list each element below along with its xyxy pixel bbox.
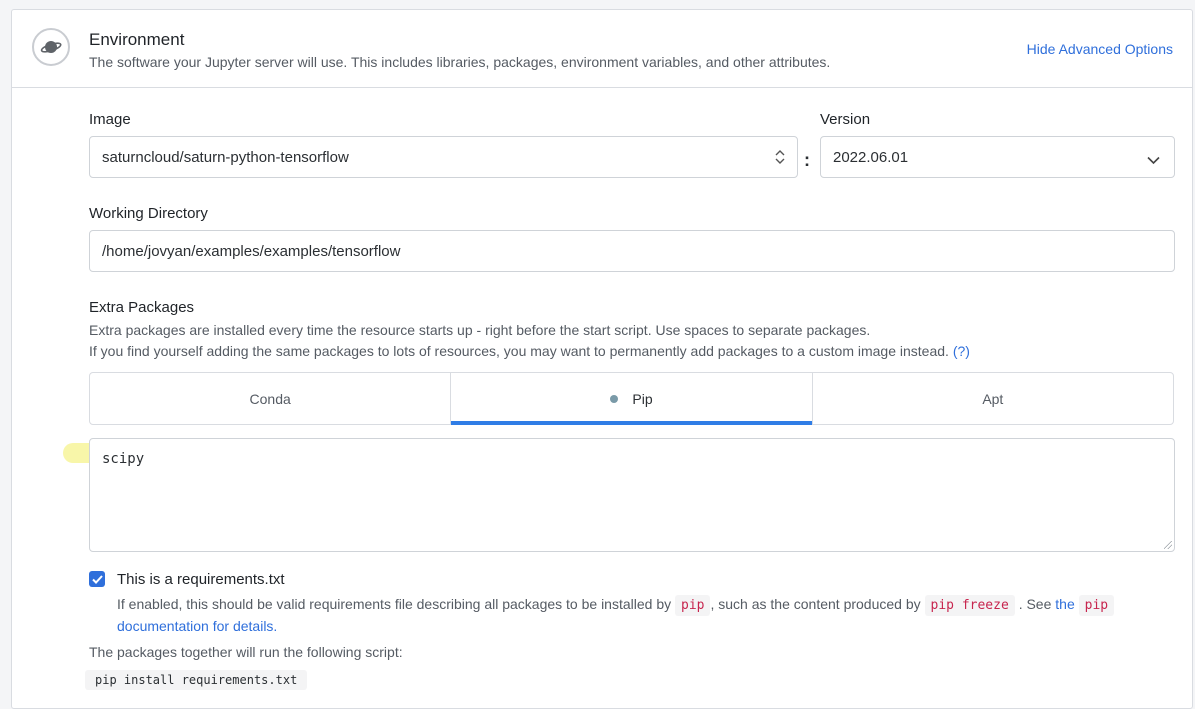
tab-pip[interactable]: Pip xyxy=(450,373,812,425)
image-value: saturncloud/saturn-python-tensorflow xyxy=(102,148,349,166)
sort-arrows-icon xyxy=(775,149,785,169)
link-text: the xyxy=(1055,596,1075,612)
extra-packages-description-text: If you find yourself adding the same pac… xyxy=(89,343,949,359)
help-link[interactable]: (?) xyxy=(953,343,970,359)
version-value: 2022.06.01 xyxy=(833,148,909,166)
version-select[interactable]: 2022.06.01 xyxy=(820,136,1175,178)
tab-pip-label: Pip xyxy=(632,390,653,407)
packages-textarea-value: scipy xyxy=(102,451,145,467)
section-title: Environment xyxy=(89,30,185,49)
tab-conda[interactable]: Conda xyxy=(90,373,450,424)
code-pip: pip xyxy=(675,595,711,616)
tab-apt-label: Apt xyxy=(982,390,1004,407)
check-icon xyxy=(91,574,103,584)
package-manager-tabs: Conda Pip Apt xyxy=(89,372,1174,425)
image-select[interactable]: saturncloud/saturn-python-tensorflow xyxy=(89,136,798,178)
planet-icon xyxy=(32,28,70,66)
packages-textarea[interactable]: scipy xyxy=(89,438,1175,552)
code-pip-freeze: pip freeze xyxy=(924,595,1015,616)
requirements-checkbox[interactable] xyxy=(89,571,105,587)
script-label: The packages together will run the follo… xyxy=(89,644,403,660)
tab-apt[interactable]: Apt xyxy=(811,373,1173,424)
script-command: pip install requirements.txt xyxy=(85,670,308,690)
requirements-desc-text: , such as the content produced by xyxy=(710,596,921,612)
working-directory-label: Working Directory xyxy=(89,205,208,222)
extra-packages-description-1: Extra packages are installed every time … xyxy=(89,322,871,338)
working-directory-value: /home/jovyan/examples/examples/tensorflo… xyxy=(102,242,401,260)
extra-packages-description-2: If you find yourself adding the same pac… xyxy=(89,343,970,359)
section-subtitle: The software your Jupyter server will us… xyxy=(89,54,831,70)
active-dot-icon xyxy=(610,394,619,403)
requirements-desc-text: If enabled, this should be valid require… xyxy=(117,596,672,612)
requirements-desc-text: . See xyxy=(1018,596,1052,612)
hide-advanced-options-link[interactable]: Hide Advanced Options xyxy=(1027,41,1173,57)
environment-card: Environment The software your Jupyter se… xyxy=(11,9,1193,709)
requirements-description: If enabled, this should be valid require… xyxy=(117,594,1117,637)
tab-conda-label: Conda xyxy=(249,390,291,407)
code-pip: pip xyxy=(1078,595,1115,616)
link-text: documentation for details. xyxy=(117,618,278,634)
card-header: Environment The software your Jupyter se… xyxy=(12,10,1192,88)
image-label: Image xyxy=(89,111,131,128)
extra-packages-label: Extra Packages xyxy=(89,299,195,316)
working-directory-input[interactable]: /home/jovyan/examples/examples/tensorflo… xyxy=(89,230,1175,272)
resize-handle-icon[interactable] xyxy=(1164,541,1172,549)
chevron-down-icon xyxy=(1147,152,1160,169)
image-version-separator: : xyxy=(804,150,810,170)
requirements-checkbox-label: This is a requirements.txt xyxy=(117,571,285,588)
version-label: Version xyxy=(820,111,871,128)
